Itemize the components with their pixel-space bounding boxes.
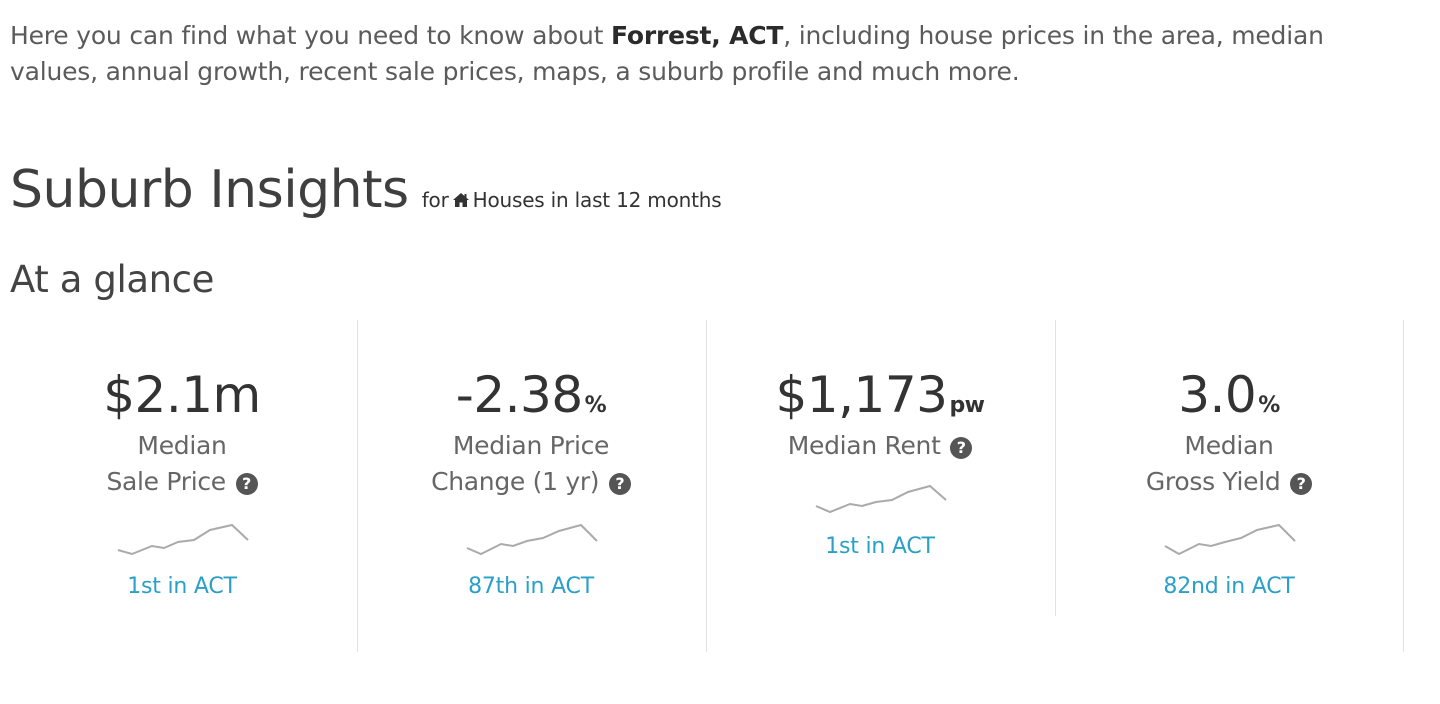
stat-value-number: $2.1m [103,366,261,424]
stat-value: 3.0% [1055,362,1403,428]
rank-link[interactable]: 1st in ACT [8,574,356,599]
at-a-glance-title: At a glance [10,258,214,301]
stat-label-line1: Median [1184,431,1274,460]
scope-label: Houses in last 12 months [472,188,722,212]
rank-link[interactable]: 87th in ACT [357,574,705,599]
stat-value-number: 3.0 [1178,366,1257,424]
sparkline-chart [1164,523,1296,556]
stat-median-price-change: -2.38% Median Price Change (1 yr) ? 87th… [357,320,705,599]
stat-value-number: $1,173 [775,366,948,424]
help-icon[interactable]: ? [235,473,258,495]
stat-label-line1: Median [137,431,227,460]
stat-label-line2: Change (1 yr) ? [357,464,705,500]
help-icon[interactable]: ? [1290,473,1313,495]
rank-link[interactable]: 82nd in ACT [1055,574,1403,599]
stat-label-line2: Gross Yield ? [1055,464,1403,500]
sparkline-chart [466,523,598,556]
rank-link[interactable]: 1st in ACT [706,534,1054,559]
stat-value-number: -2.38 [455,366,583,424]
suburb-name: Forrest, ACT [610,21,784,50]
sparkline-chart [815,484,947,514]
stat-label-line2: Sale Price ? [8,464,356,500]
heading-subtitle: for Houses in last 12 months [422,188,722,212]
stat-median-sale-price: $2.1m Median Sale Price ? 1st in ACT [8,320,356,599]
help-icon[interactable]: ? [608,473,631,495]
page-title: Suburb Insights [10,160,409,220]
stat-median-gross-yield: 3.0% Median Gross Yield ? 82nd in ACT [1055,320,1403,599]
stat-label-text: Sale Price [106,467,226,496]
stat-median-rent: $1,173pw Median Rent ? 1st in ACT [706,320,1054,559]
stat-label-text: Median Rent [787,431,941,460]
stat-unit: pw [949,393,985,418]
stat-unit: % [1258,393,1280,418]
help-icon[interactable]: ? [950,437,973,459]
stat-value: -2.38% [357,362,705,428]
column-divider [1403,320,1404,652]
intro-text-before: Here you can find what you need to know … [10,21,611,50]
for-label: for [421,188,449,212]
stat-label-text: Change (1 yr) [431,467,600,496]
stat-label-line1: Median Price [452,431,610,460]
sparkline-chart [117,523,249,556]
stat-label-text: Gross Yield [1145,467,1281,496]
home-icon [452,193,469,207]
suburb-insights-heading: Suburb Insights for Houses in last 12 mon… [10,160,722,220]
stat-value: $1,173pw [706,362,1054,428]
intro-paragraph: Here you can find what you need to know … [10,18,1410,90]
stat-value: $2.1m [8,362,356,428]
stat-label-line1: Median Rent ? [706,428,1054,464]
stat-unit: % [584,393,607,418]
